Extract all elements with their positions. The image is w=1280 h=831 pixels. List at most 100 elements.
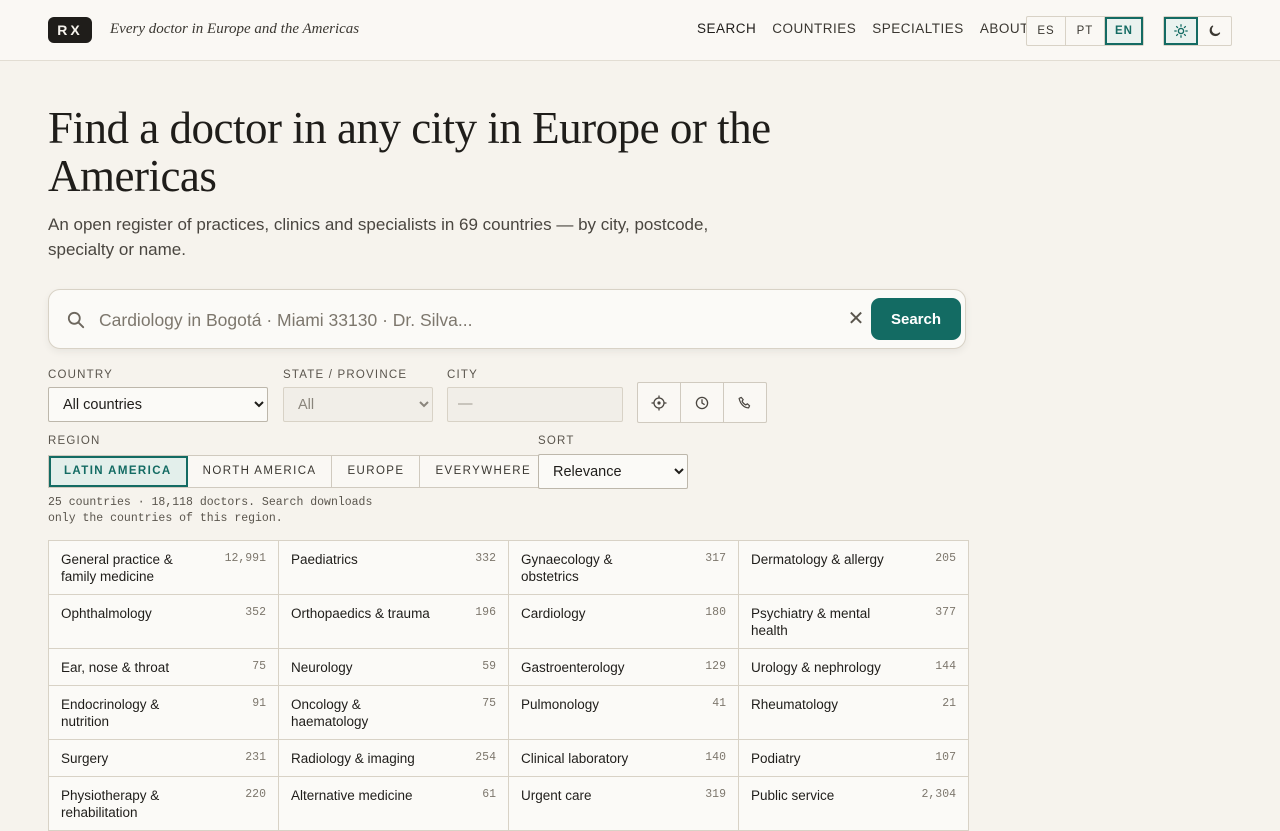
specialty-cell[interactable]: Radiology & imaging 254 xyxy=(279,740,509,777)
specialty-cell[interactable]: Gynaecology & obstetrics 317 xyxy=(509,541,739,595)
specialty-cell[interactable]: Endocrinology & nutrition 91 xyxy=(49,686,279,740)
moon-icon xyxy=(1209,25,1221,36)
specialty-count: 196 xyxy=(475,606,496,619)
specialty-name: Neurology xyxy=(291,660,353,675)
specialty-count: 319 xyxy=(705,788,726,801)
specialty-count: 205 xyxy=(935,552,956,565)
region-summary-line2: only the countries of this region. xyxy=(48,512,283,525)
specialty-name: Surgery xyxy=(61,751,109,766)
specialty-name: Podiatry xyxy=(751,751,801,766)
specialty-count: 254 xyxy=(475,751,496,764)
theme-switcher xyxy=(1163,16,1232,46)
city-label: CITY xyxy=(447,369,478,381)
country-select[interactable]: All countries xyxy=(48,387,268,422)
region-latin-america-tab[interactable]: LATIN AMERICA xyxy=(49,456,188,487)
specialty-cell[interactable]: Oncology & haematology 75 xyxy=(279,686,509,740)
nav-countries[interactable]: COUNTRIES xyxy=(772,21,856,36)
search-button[interactable]: Search xyxy=(871,298,961,340)
specialty-cell[interactable]: Rheumatology 21 xyxy=(739,686,969,740)
specialty-name: Ophthalmology xyxy=(61,606,152,621)
specialty-count: 180 xyxy=(705,606,726,619)
specialty-cell[interactable]: Gastroenterology 129 xyxy=(509,649,739,686)
specialty-cell[interactable]: Orthopaedics & trauma 196 xyxy=(279,595,509,649)
open-now-button[interactable] xyxy=(681,383,724,422)
specialty-cell[interactable]: Ophthalmology 352 xyxy=(49,595,279,649)
search-icon xyxy=(67,311,85,329)
specialty-count: 129 xyxy=(705,660,726,673)
locate-button[interactable] xyxy=(638,383,681,422)
site-tagline: Every doctor in Europe and the Americas xyxy=(110,21,360,37)
specialty-count: 75 xyxy=(482,697,496,710)
lang-en-button[interactable]: EN xyxy=(1105,17,1143,45)
nav-specialties[interactable]: SPECIALTIES xyxy=(872,21,964,36)
specialty-count: 12,991 xyxy=(224,552,266,565)
specialty-cell[interactable]: Urgent care 319 xyxy=(509,777,739,831)
main-nav: SEARCH COUNTRIES SPECIALTIES ABOUT xyxy=(697,21,1045,36)
specialty-count: 140 xyxy=(705,751,726,764)
specialty-cell[interactable]: Cardiology 180 xyxy=(509,595,739,649)
specialty-count: 220 xyxy=(245,788,266,801)
sun-icon xyxy=(1173,24,1188,38)
specialty-count: 317 xyxy=(705,552,726,565)
sort-select[interactable]: Relevance xyxy=(538,454,688,489)
region-summary-line1: 25 countries · 18,118 doctors. Search do… xyxy=(48,496,373,509)
nav-about[interactable]: ABOUT xyxy=(980,21,1029,36)
specialty-cell[interactable]: Podiatry 107 xyxy=(739,740,969,777)
specialty-count: 144 xyxy=(935,660,956,673)
search-input[interactable] xyxy=(97,304,801,336)
specialty-count: 61 xyxy=(482,788,496,801)
specialty-cell[interactable]: Pulmonology 41 xyxy=(509,686,739,740)
specialty-name: Clinical laboratory xyxy=(521,751,629,766)
specialty-cell[interactable]: Psychiatry & mental health 377 xyxy=(739,595,969,649)
specialty-count: 59 xyxy=(482,660,496,673)
specialty-name: Endocrinology & nutrition xyxy=(61,697,160,729)
state-select[interactable]: All xyxy=(283,387,433,422)
lang-es-button[interactable]: ES xyxy=(1027,17,1066,45)
specialty-cell[interactable]: Surgery 231 xyxy=(49,740,279,777)
dark-theme-button[interactable] xyxy=(1198,17,1231,45)
specialty-cell[interactable]: Neurology 59 xyxy=(279,649,509,686)
nav-search[interactable]: SEARCH xyxy=(697,21,756,36)
specialty-name: Pulmonology xyxy=(521,697,600,712)
specialty-count: 21 xyxy=(942,697,956,710)
specialty-name: Orthopaedics & trauma xyxy=(291,606,430,621)
specialty-count: 231 xyxy=(245,751,266,764)
region-europe-tab[interactable]: EUROPE xyxy=(332,456,421,487)
language-switcher: ES PT EN xyxy=(1026,16,1144,46)
specialty-name: Gastroenterology xyxy=(521,660,625,675)
specialty-count: 332 xyxy=(475,552,496,565)
specialty-cell[interactable]: Public service 2,304 xyxy=(739,777,969,831)
page-subtitle: An open register of practices, clinics a… xyxy=(48,215,709,259)
specialty-cell[interactable]: Urology & nephrology 144 xyxy=(739,649,969,686)
quick-filters xyxy=(637,382,767,423)
specialty-cell[interactable]: Paediatrics 332 xyxy=(279,541,509,595)
country-label: COUNTRY xyxy=(48,369,114,381)
region-north-america-tab[interactable]: NORTH AMERICA xyxy=(188,456,333,487)
specialty-count: 2,304 xyxy=(921,788,956,801)
lang-pt-button[interactable]: PT xyxy=(1066,17,1105,45)
region-tabs: LATIN AMERICA NORTH AMERICA EUROPE EVERY… xyxy=(48,455,548,488)
specialty-count: 107 xyxy=(935,751,956,764)
specialty-cell[interactable]: Clinical laboratory 140 xyxy=(509,740,739,777)
region-summary: 25 countries · 18,118 doctors. Search do… xyxy=(48,495,408,527)
specialty-cell[interactable]: Physiotherapy & rehabilitation 220 xyxy=(49,777,279,831)
site-logo[interactable]: RX xyxy=(48,17,92,43)
specialty-name: Gynaecology & obstetrics xyxy=(521,552,613,584)
clear-search-icon[interactable]: ✕ xyxy=(846,309,866,329)
specialty-count: 352 xyxy=(245,606,266,619)
search-bar: ✕ Search xyxy=(48,289,966,349)
phone-filter-button[interactable] xyxy=(724,383,766,422)
specialty-cell[interactable]: Dermatology & allergy 205 xyxy=(739,541,969,595)
region-label: REGION xyxy=(48,435,101,447)
phone-icon xyxy=(738,396,751,408)
light-theme-button[interactable] xyxy=(1164,17,1198,45)
region-everywhere-tab[interactable]: EVERYWHERE xyxy=(420,456,546,487)
specialty-cell[interactable]: General practice & family medicine 12,991 xyxy=(49,541,279,595)
specialty-cell[interactable]: Ear, nose & throat 75 xyxy=(49,649,279,686)
specialty-cell[interactable]: Alternative medicine 61 xyxy=(279,777,509,831)
specialty-name: Rheumatology xyxy=(751,697,839,712)
city-input[interactable]: — xyxy=(447,387,623,422)
sort-label: SORT xyxy=(538,435,575,447)
top-bar: RX Every doctor in Europe and the Americ… xyxy=(0,0,1280,61)
specialty-grid: General practice & family medicine 12,991… xyxy=(48,540,969,831)
